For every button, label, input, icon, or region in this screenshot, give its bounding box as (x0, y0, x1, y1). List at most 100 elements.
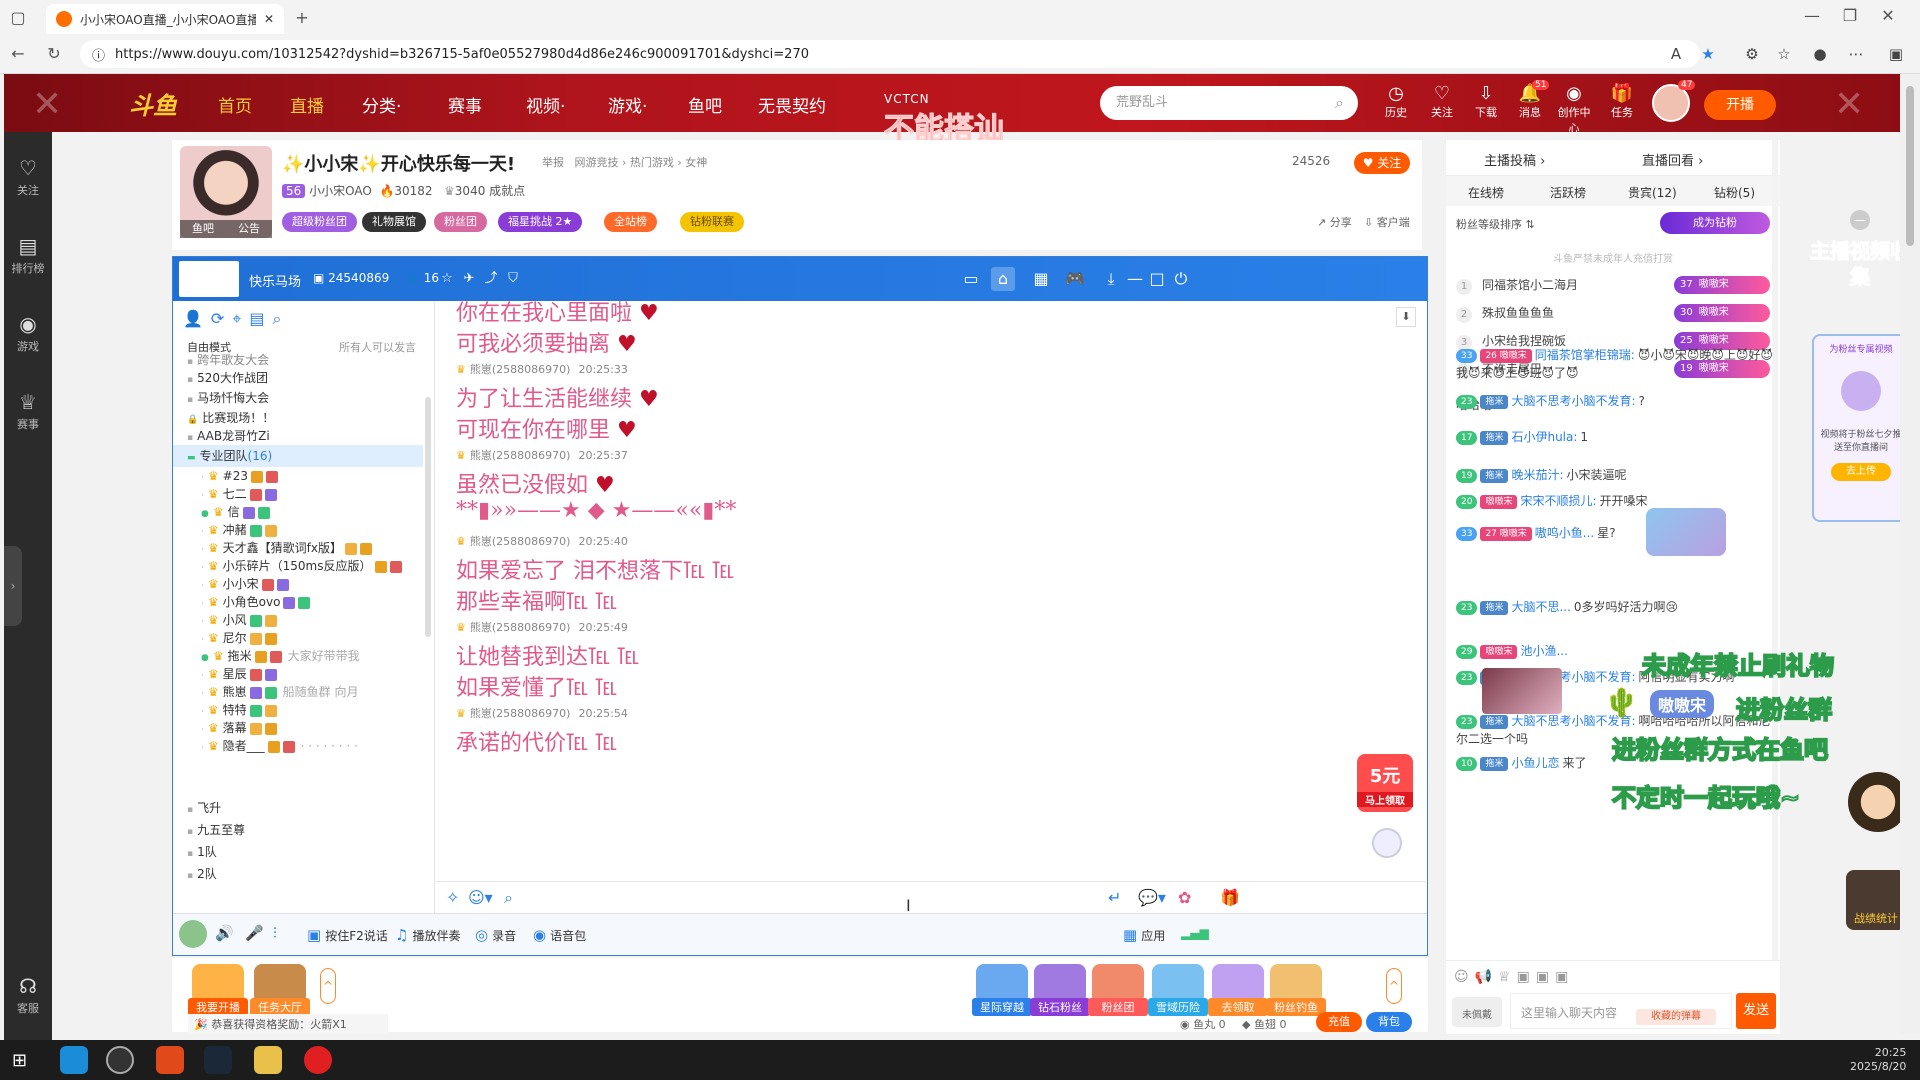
extensions-icon[interactable]: ⚙ (1740, 42, 1764, 66)
become-diamond-button[interactable]: 成为钻粉 (1660, 212, 1770, 234)
barrage-nick[interactable]: 大脑不思考小脑不发育: (1511, 394, 1635, 408)
promo-5-yuan[interactable]: 5元 马上领取 (1357, 754, 1413, 812)
barrage-nick[interactable]: 石小伊hula: (1511, 430, 1577, 444)
mic-icon[interactable]: 🎤 (245, 924, 264, 942)
location-icon[interactable]: ⌖ (232, 309, 249, 328)
refresh-icon[interactable]: ↻ (42, 42, 66, 66)
restore-icon[interactable]: ❐ (1838, 4, 1862, 28)
side-promo-title[interactable]: 主播视频收集 (1810, 238, 1911, 290)
download-icon-client[interactable]: ⤓ (1099, 267, 1123, 291)
fan-icon[interactable]: ▣ (1517, 969, 1536, 985)
start-live-button[interactable]: 开播 (1704, 90, 1776, 120)
tag-lucky-challenge[interactable]: 福星挑战 2★ (498, 212, 583, 232)
douyu-app-icon[interactable] (156, 1046, 184, 1074)
nav-live[interactable]: 直播 (290, 92, 324, 117)
fan-sort[interactable]: 粉丝等级排序 ⇅ (1456, 216, 1535, 232)
rail-follow[interactable]: ♡ 关注 (4, 156, 52, 198)
barrage-row[interactable]: 33 26 嗷嗷宋 同福茶馆掌柜锦瑞: 😈小😈宋😈晚😈上😈好😈我😈来😈上😈班😈了😈 (1456, 346, 1774, 382)
expand-right-icon[interactable]: ^ (1386, 968, 1402, 1004)
collapse-icon[interactable]: — (1850, 210, 1870, 230)
home-icon[interactable]: ⌂ (991, 267, 1015, 291)
tree-scrollbar[interactable] (425, 397, 431, 637)
backpack-button[interactable]: 背包 (1366, 1012, 1412, 1032)
voice-pack-button[interactable]: ◉ 语音包 (533, 926, 586, 944)
barrage-row[interactable]: 19 拖米 晚米茄汁: 小宋装逼呢 (1456, 466, 1774, 484)
tab-active[interactable]: 活跃榜 (1550, 184, 1586, 201)
new-tab-icon[interactable]: + (290, 6, 314, 30)
windows-start-icon[interactable]: ⊞ (12, 1050, 27, 1071)
avatar-tab-notice[interactable]: 公告 (238, 220, 260, 238)
gift-box-icon[interactable]: 🎁 (1220, 888, 1240, 907)
room-category[interactable]: 网游竞技 › 热门游戏 › 女神 (575, 156, 708, 169)
rail-service[interactable]: ☊ 客服 (4, 974, 52, 1016)
netease-music-icon[interactable] (304, 1046, 332, 1074)
color-icon[interactable]: ▣ (1536, 969, 1555, 985)
tag-site-rank[interactable]: 全站榜 (604, 212, 657, 232)
barrage-nick[interactable]: 小鱼儿恋 (1511, 756, 1559, 770)
nav-category[interactable]: 分类· (362, 92, 401, 117)
header-task[interactable]: 🎁 任务 (1602, 84, 1642, 120)
header-creator[interactable]: ◉ 创作中心 (1554, 84, 1594, 136)
tree-channel[interactable]: ▪ 九五至尊 (173, 819, 423, 841)
header-follow[interactable]: ♡ 关注 (1422, 84, 1462, 120)
chat-sender[interactable]: 熊崽(2588086970) (470, 449, 571, 462)
search-input[interactable]: 荒野乱斗 ⌕ (1100, 86, 1358, 120)
barrage-style-icon[interactable]: ▣ (1555, 969, 1574, 985)
self-avatar[interactable] (179, 920, 207, 948)
collected-barrage-button[interactable]: 收藏的弹幕 (1636, 1009, 1716, 1025)
back-icon[interactable]: ← (6, 42, 30, 66)
right-scroll-track[interactable] (1772, 140, 1778, 960)
scroll-bottom-icon[interactable]: ⬇ (1396, 307, 1416, 327)
recharge-button[interactable]: 充值 (1316, 1012, 1362, 1032)
nav-home[interactable]: 首页 (218, 92, 252, 117)
barrage-nick[interactable]: 嗷呜小鱼... (1535, 526, 1594, 540)
minimize-icon[interactable]: — (1800, 4, 1824, 28)
send-button[interactable]: 发送 (1736, 993, 1776, 1029)
barrage-nick[interactable]: 大脑不思... (1511, 600, 1570, 614)
barrage-row[interactable]: 17 拖米 石小伊hula: 1 (1456, 428, 1774, 446)
tree-channel[interactable]: ▪ 马场忏悔大会 (173, 387, 423, 409)
nav-valorant[interactable]: 无畏契约 (758, 92, 826, 117)
tree-channel[interactable]: ▪ AAB龙哥竹Zi (173, 425, 423, 447)
expand-left-icon[interactable]: ^ (320, 968, 336, 1004)
tag-fan-club[interactable]: 粉丝团 (434, 212, 487, 232)
tree-channel[interactable]: ▪ 520大作战团 (173, 367, 423, 389)
page-scrollbar[interactable] (1900, 74, 1920, 1034)
crown-icon[interactable]: ♕ (1498, 969, 1517, 985)
member-row[interactable]: · ♛ 隐者___ · · · · · · · · (173, 735, 423, 757)
apps-button[interactable]: ▦ 应用 (1123, 926, 1165, 944)
tab-list-icon[interactable]: ▢ (6, 6, 30, 30)
close-tab-icon[interactable]: ✕ (264, 12, 274, 26)
chat-sender[interactable]: 熊崽(2588086970) (470, 707, 571, 720)
play-accompaniment-button[interactable]: ♫ 播放伴奏 (395, 926, 460, 944)
screen-icon[interactable]: ▭ (959, 267, 983, 291)
shield-icon[interactable]: ⛉ (501, 267, 525, 291)
client-minimize-icon[interactable]: — (1123, 267, 1147, 291)
tree-channel[interactable]: ▪ 2队 (173, 863, 423, 885)
read-aloud-icon[interactable]: A (1664, 42, 1688, 66)
site-info-icon[interactable]: ⓘ (92, 45, 105, 64)
client-maximize-icon[interactable]: □ (1145, 267, 1169, 291)
rail-esports[interactable]: ♕ 赛事 (4, 390, 52, 432)
mixer-icon[interactable]: ⫶ (273, 924, 277, 942)
yy-app-icon[interactable] (254, 1046, 282, 1074)
tag-super-fan[interactable]: 超级粉丝团 (282, 212, 357, 232)
avatar-tab-yuba[interactable]: 鱼吧 (192, 220, 214, 238)
search-icon[interactable]: ⌕ (1335, 86, 1344, 120)
share-icon[interactable]: ⤴ (479, 267, 503, 291)
share-button[interactable]: ↗ 分享 (1317, 214, 1352, 230)
close-window-icon[interactable]: ✕ (1876, 4, 1900, 28)
barrage-nick[interactable]: 同福茶馆掌柜锦瑞: (1535, 348, 1635, 362)
barrage-row[interactable]: 23 拖米 大脑不思考小脑不发育:? (1456, 392, 1774, 410)
rail-rank[interactable]: ▤ 排行榜 (4, 234, 52, 276)
rail-expand-handle[interactable]: › (4, 546, 22, 626)
tree-channel[interactable]: ▪ 1队 (173, 841, 423, 863)
emoji-face-icon[interactable]: ☺ (1454, 969, 1475, 985)
header-history[interactable]: ◷ 历史 (1376, 84, 1416, 120)
header-download[interactable]: ⇩ 下载 (1466, 84, 1506, 120)
steam-icon[interactable] (204, 1046, 232, 1074)
page-scrollbar-thumb[interactable] (1906, 86, 1914, 246)
nav-game[interactable]: 游戏· (608, 92, 647, 117)
chat-sender[interactable]: 熊崽(2588086970) (470, 363, 571, 376)
more-icon[interactable]: ⋯ (1844, 42, 1868, 66)
